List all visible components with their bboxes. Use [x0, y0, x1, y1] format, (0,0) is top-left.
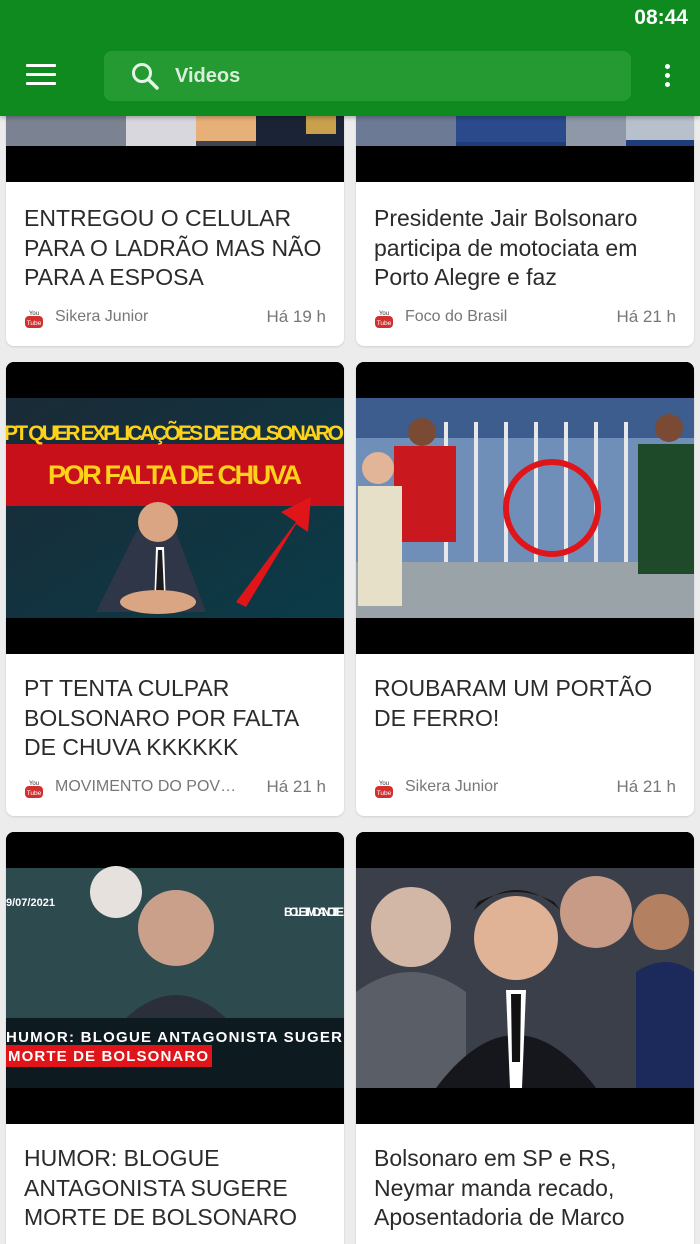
thumb-caption: HUMOR: BLOGUE ANTAGONISTA SUGER	[6, 1029, 342, 1046]
thumb-caption: POR FALTA DE CHUVA	[48, 460, 302, 490]
video-card[interactable]: 9/07/2021 BOLETIM DA NOITE HUMOR: BLOGUE…	[6, 832, 344, 1244]
video-title[interactable]: ENTREGOU O CELULAR PARA O LADRÃO MAS NÃO…	[24, 204, 330, 293]
video-title[interactable]: ROUBARAM UM PORTÃO DE FERRO!	[374, 674, 680, 733]
app-bar: 08:44 Videos	[0, 0, 700, 116]
video-card[interactable]: PT QUER EXPLICAÇÕES DE BOLSONARO POR FAL…	[6, 362, 344, 816]
thumb-caption: MORTE DE BOLSONARO	[8, 1048, 208, 1065]
video-thumbnail	[6, 108, 344, 182]
video-title[interactable]: Presidente Jair Bolsonaro participa de m…	[374, 204, 680, 293]
svg-text:Tube: Tube	[377, 320, 392, 327]
status-bar-time: 08:44	[634, 6, 688, 29]
video-meta: You Tube Sikera Junior Há 19 h	[24, 306, 326, 330]
video-thumbnail	[356, 108, 694, 182]
video-source: Sikera Junior	[55, 308, 149, 325]
thumb-caption: BOLETIM DA NOITE	[284, 905, 344, 919]
more-vert-icon[interactable]	[660, 64, 674, 90]
video-thumbnail: 9/07/2021 BOLETIM DA NOITE HUMOR: BLOGUE…	[6, 832, 344, 1124]
video-title[interactable]: PT TENTA CULPAR BOLSONARO POR FALTA DE C…	[24, 674, 330, 763]
video-thumbnail	[356, 832, 694, 1124]
svg-text:Tube: Tube	[377, 790, 392, 797]
video-card[interactable]: Presidente Jair Bolsonaro participa de m…	[356, 108, 694, 346]
youtube-icon: YouTube	[375, 781, 393, 798]
video-title[interactable]: Bolsonaro em SP e RS, Neymar manda recad…	[374, 1144, 680, 1233]
video-card[interactable]: Bolsonaro em SP e RS, Neymar manda recad…	[356, 832, 694, 1244]
thumb-caption: PT QUER EXPLICAÇÕES DE BOLSONARO	[6, 421, 344, 445]
video-thumbnail	[356, 362, 694, 654]
video-meta: You Tube MOVIMENTO DO POVO ... Há 21 h	[24, 776, 326, 800]
search-placeholder: Videos	[175, 65, 241, 87]
video-thumbnail: PT QUER EXPLICAÇÕES DE BOLSONARO POR FAL…	[6, 362, 344, 654]
youtube-icon: YouTube	[375, 311, 393, 328]
video-source: Foco do Brasil	[405, 308, 508, 325]
video-card[interactable]: ENTREGOU O CELULAR PARA O LADRÃO MAS NÃO…	[6, 108, 344, 346]
video-source: MOVIMENTO DO POVO ...	[55, 778, 237, 795]
svg-text:Tube: Tube	[27, 320, 42, 327]
youtube-icon: YouTube	[25, 311, 43, 328]
video-time: Há 19 h	[266, 307, 326, 326]
svg-text:Tube: Tube	[27, 790, 42, 797]
video-time: Há 21 h	[266, 777, 326, 796]
video-meta: You Tube Sikera Junior Há 21 h	[374, 776, 676, 800]
video-source: Sikera Junior	[405, 778, 499, 795]
hamburger-menu-icon[interactable]	[26, 64, 56, 88]
youtube-icon: YouTube	[25, 781, 43, 798]
video-time: Há 21 h	[616, 307, 676, 326]
search-bar[interactable]: Videos	[104, 51, 631, 101]
video-card[interactable]: ROUBARAM UM PORTÃO DE FERRO! You Tube Sik…	[356, 362, 694, 816]
video-meta: You Tube Foco do Brasil Há 21 h	[374, 306, 676, 330]
thumb-caption: 9/07/2021	[6, 897, 55, 909]
video-title[interactable]: HUMOR: BLOGUE ANTAGONISTA SUGERE MORTE D…	[24, 1144, 330, 1233]
search-icon	[132, 63, 159, 90]
video-time: Há 21 h	[616, 777, 676, 796]
